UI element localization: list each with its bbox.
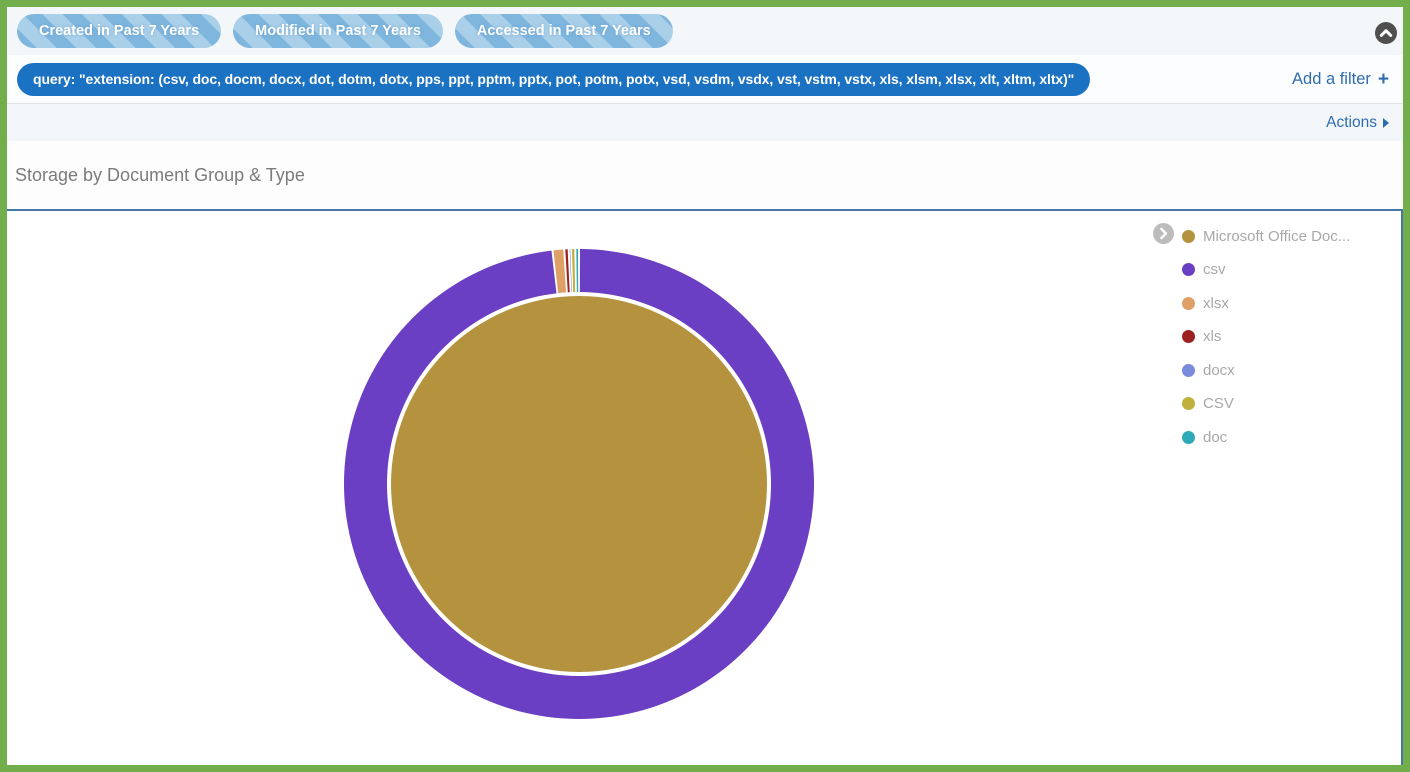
actions-label: Actions bbox=[1326, 114, 1377, 132]
expand-chevron-right-icon[interactable] bbox=[1153, 223, 1174, 244]
legend-color-dot bbox=[1182, 364, 1195, 377]
filter-pill-accessed[interactable]: Accessed in Past 7 Years bbox=[455, 14, 673, 48]
legend-color-dot bbox=[1182, 230, 1195, 243]
add-filter-label: Add a filter bbox=[1292, 70, 1371, 89]
storage-analyzer-window: Created in Past 7 Years Modified in Past… bbox=[0, 0, 1410, 772]
slice-doc[interactable] bbox=[576, 249, 578, 292]
legend-color-dot bbox=[1182, 297, 1195, 310]
collapse-panel-button[interactable] bbox=[1375, 22, 1397, 44]
caret-right-icon bbox=[1383, 118, 1389, 128]
actions-menu-button[interactable]: Actions bbox=[1326, 114, 1389, 132]
add-filter-button[interactable]: Add a filter + bbox=[1292, 70, 1389, 89]
legend-item-CSV[interactable]: CSV bbox=[1153, 392, 1393, 416]
slice-inner-microsoft-office-doc-[interactable] bbox=[391, 296, 767, 672]
chart-panel: Microsoft Office Doc... csv xlsx xls docx CSV… bbox=[7, 211, 1403, 765]
legend-color-dot bbox=[1182, 397, 1195, 410]
page-title: Storage by Document Group & Type bbox=[15, 165, 305, 186]
legend-label: xls bbox=[1203, 328, 1221, 345]
legend-label: Microsoft Office Doc... bbox=[1203, 228, 1350, 245]
query-filter-pill[interactable]: query: "extension: (csv, doc, docm, docx… bbox=[17, 63, 1090, 96]
legend-item-doc[interactable]: doc bbox=[1153, 425, 1393, 449]
legend-item-xlsx[interactable]: xlsx bbox=[1153, 291, 1393, 315]
slice-CSV[interactable] bbox=[572, 249, 575, 292]
query-bar: query: "extension: (csv, doc, docm, docx… bbox=[7, 55, 1403, 103]
legend-label: doc bbox=[1203, 429, 1227, 446]
panel-header: Storage by Document Group & Type bbox=[7, 141, 1403, 211]
legend-item-docx[interactable]: docx bbox=[1153, 358, 1393, 382]
slice-docx[interactable] bbox=[570, 249, 572, 292]
plus-icon: + bbox=[1378, 70, 1389, 89]
chart-legend: Microsoft Office Doc... csv xlsx xls docx CSV… bbox=[1153, 224, 1393, 459]
legend-color-dot bbox=[1182, 263, 1195, 276]
chevron-up-icon bbox=[1375, 22, 1397, 44]
slice-xls[interactable] bbox=[565, 249, 569, 292]
legend-color-dot bbox=[1182, 431, 1195, 444]
filter-bar: Created in Past 7 Years Modified in Past… bbox=[7, 7, 1403, 55]
legend-label: CSV bbox=[1203, 395, 1234, 412]
filter-pill-modified[interactable]: Modified in Past 7 Years bbox=[233, 14, 443, 48]
legend-label: docx bbox=[1203, 362, 1235, 379]
legend-item-xls[interactable]: xls bbox=[1153, 325, 1393, 349]
legend-label: xlsx bbox=[1203, 295, 1229, 312]
filter-pill-created[interactable]: Created in Past 7 Years bbox=[17, 14, 221, 48]
actions-bar: Actions bbox=[7, 103, 1403, 141]
legend-label: csv bbox=[1203, 261, 1226, 278]
legend-item-Microsoft-Office-Doc-[interactable]: Microsoft Office Doc... bbox=[1153, 224, 1393, 248]
legend-color-dot bbox=[1182, 330, 1195, 343]
legend-item-csv[interactable]: csv bbox=[1153, 258, 1393, 282]
